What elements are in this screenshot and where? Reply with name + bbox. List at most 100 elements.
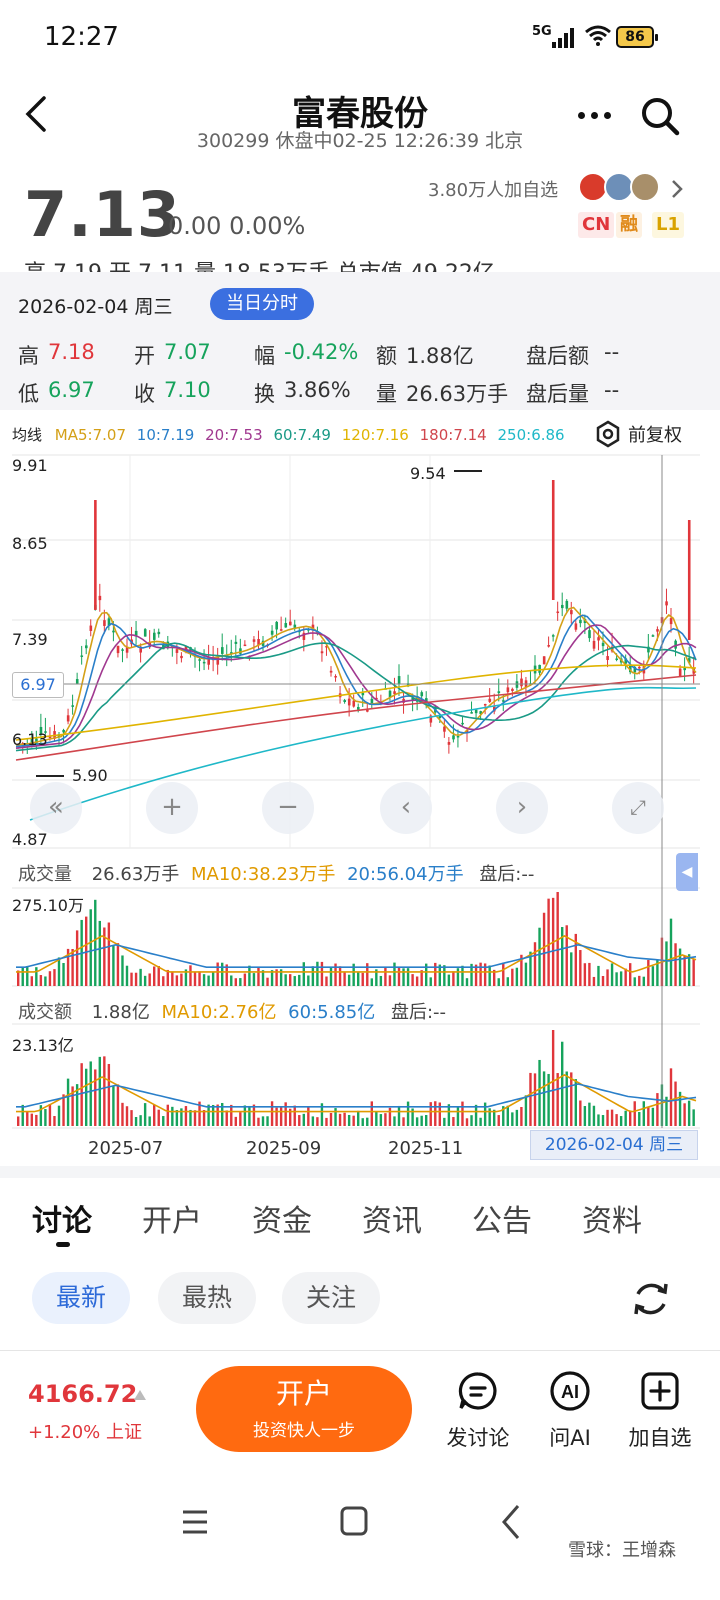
volume-bar	[610, 963, 614, 986]
volume-bar	[570, 1072, 573, 1126]
volume-bar	[112, 1085, 115, 1126]
volume-bar	[610, 1109, 614, 1126]
scroll-left-fast-button[interactable]: «	[30, 782, 82, 834]
candle-body	[561, 604, 564, 609]
axis-tick: 8.65	[12, 534, 48, 553]
volume-bar	[279, 1107, 283, 1126]
tab-profile[interactable]: 资料	[582, 1196, 642, 1240]
post-discussion-button[interactable]: 发讨论	[438, 1370, 518, 1452]
volume-bar	[329, 967, 333, 986]
volume-bar	[39, 975, 43, 986]
volume-bar	[302, 1113, 305, 1126]
chevron-right-icon[interactable]	[670, 179, 684, 199]
candle-body	[542, 656, 546, 665]
selected-date: 2026-02-04 周三	[18, 296, 173, 318]
candle-body	[443, 726, 446, 732]
volume-after: 盘后:--	[479, 864, 535, 885]
volume-bar	[198, 971, 201, 986]
home-icon[interactable]	[338, 1500, 370, 1544]
open-account-sublabel: 投资快人一步	[253, 1421, 355, 1441]
volume-bar	[533, 1073, 537, 1126]
turnover-value: 3.86%	[284, 378, 351, 402]
ma250-label: 250:6.86	[497, 426, 565, 444]
candle-body	[121, 649, 124, 651]
watchers-count[interactable]: 3.80万人加自选	[428, 176, 558, 202]
close-label: 收	[134, 382, 155, 406]
volume-bar	[221, 962, 224, 986]
tab-open-account[interactable]: 开户	[142, 1196, 202, 1240]
adjust-mode[interactable]: 前复权	[628, 421, 682, 447]
scroll-left-button[interactable]: ‹	[380, 782, 432, 834]
volume-bar	[402, 1117, 405, 1126]
ask-ai-button[interactable]: AI 问AI	[530, 1370, 610, 1452]
axis-max: 9.91	[12, 456, 48, 475]
candle-body	[588, 630, 591, 639]
tab-discussion[interactable]: 讨论	[32, 1196, 92, 1240]
volume-bar	[452, 971, 455, 986]
volume-bar	[89, 909, 92, 986]
volume-bar	[298, 1115, 301, 1126]
tab-funds[interactable]: 资金	[252, 1196, 312, 1240]
add-watchlist-label: 加自选	[628, 1426, 692, 1450]
index-change[interactable]: +1.20% 上证	[28, 1418, 142, 1444]
more-icon[interactable]	[578, 112, 612, 120]
volume-bar	[406, 968, 410, 986]
volume-bar	[275, 1107, 278, 1126]
candlesticks	[17, 480, 696, 754]
volume-bar	[261, 1116, 265, 1126]
open-account-button[interactable]: 开户 投资快人一步	[196, 1366, 412, 1452]
candle-body	[547, 645, 550, 647]
volume-bar	[488, 965, 491, 986]
settings-icon[interactable]	[594, 420, 622, 448]
volume-bar	[415, 1117, 419, 1126]
volume-bar	[230, 975, 233, 986]
volume-bar	[687, 954, 691, 986]
status-bar: 12:27 5G 86	[0, 0, 720, 76]
filter-latest[interactable]: 最新	[32, 1272, 131, 1324]
volume-bar	[656, 1093, 659, 1126]
add-watchlist-button[interactable]: 加自选	[620, 1370, 700, 1452]
close-value: 7.10	[164, 378, 211, 402]
volume-bar	[629, 1111, 632, 1126]
menu-icon[interactable]	[180, 1500, 210, 1544]
volume-bar	[202, 1110, 206, 1126]
volume-bar	[461, 1101, 464, 1126]
volume-bar	[515, 1109, 519, 1126]
zoom-out-button[interactable]: −	[262, 782, 314, 834]
volume-bar	[193, 1110, 197, 1126]
scroll-right-button[interactable]: ›	[496, 782, 548, 834]
volume-bar	[270, 1101, 274, 1126]
tab-announcements[interactable]: 公告	[472, 1196, 532, 1240]
volume-bar	[651, 1107, 655, 1126]
volume-bar	[57, 957, 61, 986]
candle-body	[329, 670, 333, 673]
tab-news[interactable]: 资讯	[362, 1196, 422, 1240]
volume-ma20: 20:56.04万手	[347, 864, 464, 885]
watcher-avatars[interactable]	[578, 172, 662, 202]
candle-body	[80, 655, 84, 657]
index-value[interactable]: 4166.72	[28, 1380, 137, 1408]
volume-bar	[361, 1118, 364, 1126]
filter-following[interactable]: 关注	[282, 1272, 381, 1324]
max-price-mark: 9.54	[410, 464, 446, 483]
volume-bar	[320, 961, 324, 986]
fullscreen-button[interactable]: ⤢	[612, 782, 664, 834]
volume-bar	[547, 898, 550, 986]
intraday-button[interactable]: 当日分时	[210, 288, 314, 320]
filter-hot[interactable]: 最热	[158, 1272, 257, 1324]
back-nav-icon[interactable]	[498, 1500, 524, 1544]
volume-bar	[524, 1095, 528, 1126]
refresh-icon[interactable]	[630, 1278, 672, 1320]
amount-label: 额	[376, 344, 397, 368]
zoom-in-button[interactable]: +	[146, 782, 198, 834]
volume-bar	[388, 975, 392, 986]
collapse-tab-button[interactable]: ◀	[676, 853, 698, 891]
avatar	[630, 172, 660, 202]
volume-bar	[234, 978, 237, 986]
volume-bar	[116, 943, 120, 986]
ma10-label: 10:7.19	[136, 426, 195, 444]
search-icon[interactable]	[640, 96, 680, 136]
volume-bar	[207, 975, 210, 986]
volume-bar	[384, 1113, 387, 1126]
volume-bar	[524, 962, 528, 986]
